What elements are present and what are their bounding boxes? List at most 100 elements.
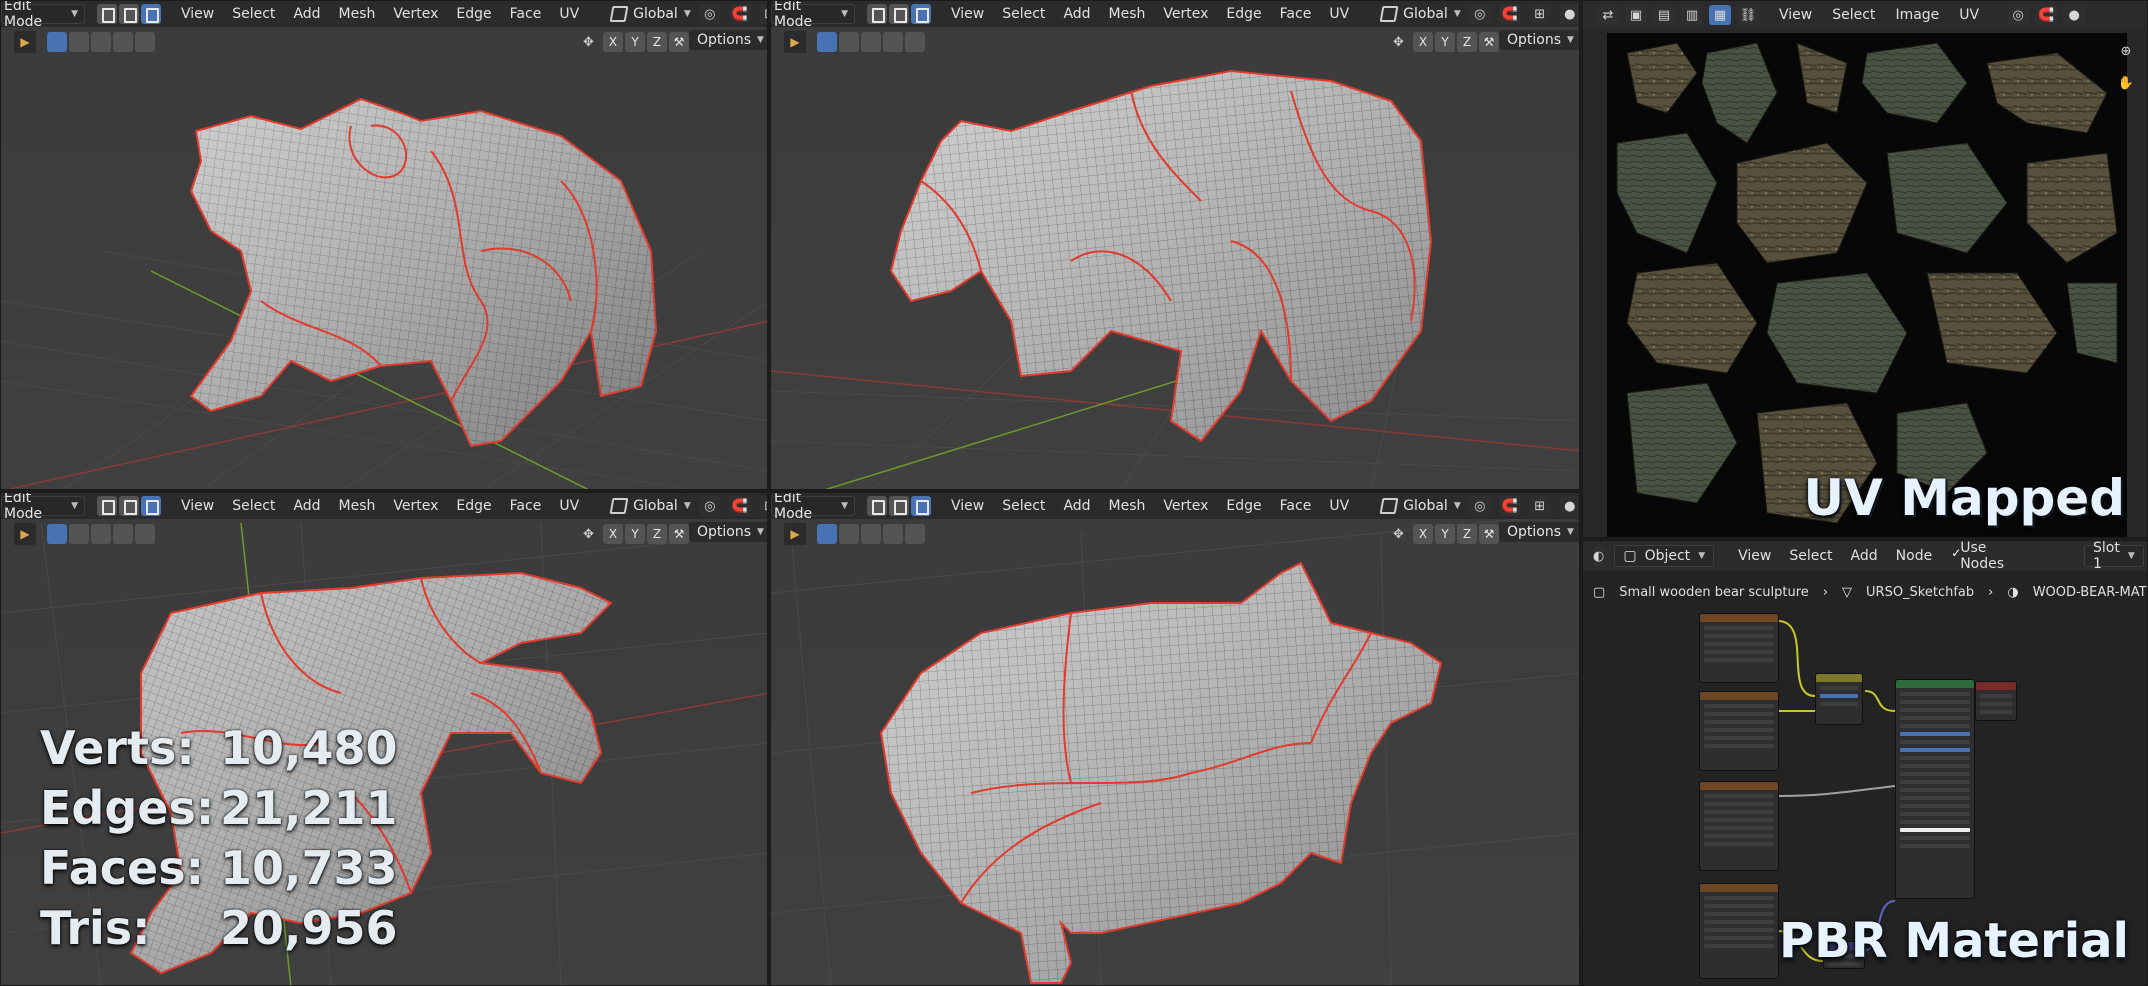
snap-icon[interactable]: 🧲 [728, 496, 751, 516]
edge-select-button[interactable] [889, 4, 909, 24]
menu-vertex[interactable]: Vertex [1163, 6, 1208, 22]
select-new-button[interactable] [817, 524, 837, 544]
image-texture-node[interactable] [1699, 883, 1779, 979]
menu-view[interactable]: View [1779, 7, 1812, 23]
viewport-top-right[interactable]: Edit Mode ▼ View Select Add Mesh Vertex E… [770, 0, 1580, 490]
breadcrumb-material[interactable]: WOOD-BEAR-MAT [2033, 585, 2147, 600]
mode-dropdown[interactable]: Edit Mode ▼ [771, 493, 855, 522]
select-extend-button[interactable] [69, 32, 89, 52]
proportional-edit-icon[interactable]: ● [2063, 5, 2086, 25]
select-invert-button[interactable] [883, 32, 903, 52]
select-subtract-button[interactable] [861, 524, 881, 544]
menu-select[interactable]: Select [1789, 548, 1832, 564]
menu-view[interactable]: View [951, 6, 984, 22]
snap-icon[interactable]: 🧲 [1498, 496, 1521, 516]
object-type-dropdown[interactable]: ▢ Object ▼ [1614, 545, 1715, 567]
menu-select[interactable]: Select [1002, 6, 1045, 22]
menu-edge[interactable]: Edge [1226, 498, 1261, 514]
menu-uv[interactable]: UV [559, 498, 579, 514]
principled-bsdf-node[interactable] [1895, 679, 1975, 899]
pivot-icon[interactable]: ◎ [2007, 5, 2030, 25]
menu-edge[interactable]: Edge [456, 6, 491, 22]
menu-mesh[interactable]: Mesh [1109, 498, 1146, 514]
select-extend-button[interactable] [839, 32, 859, 52]
viewport-top-left[interactable]: Edit Mode ▼ View Select Add Mesh Vertex E… [0, 0, 768, 490]
mode-dropdown[interactable]: Edit Mode ▼ [1, 493, 85, 522]
viewport-bottom-right[interactable]: Edit Mode ▼ View Select Add Mesh Vertex E… [770, 492, 1580, 986]
image-texture-node[interactable] [1699, 613, 1779, 683]
uv-texture-image[interactable] [1607, 33, 2127, 537]
proportional-edit-icon[interactable]: ● [1558, 496, 1579, 516]
face-select-button[interactable] [911, 496, 931, 516]
menu-add[interactable]: Add [1063, 6, 1090, 22]
face-select-icon[interactable]: ▥ [1681, 5, 1703, 25]
menu-select[interactable]: Select [232, 498, 275, 514]
select-intersect-button[interactable] [135, 524, 155, 544]
menu-face[interactable]: Face [1280, 498, 1312, 514]
bear-mesh-view-4[interactable] [771, 493, 1580, 986]
axis-x-toggle[interactable]: X [603, 524, 623, 544]
axis-z-toggle[interactable]: Z [647, 524, 667, 544]
select-new-button[interactable] [817, 32, 837, 52]
options-dropdown[interactable]: Options ▼ [1499, 522, 1579, 542]
options-dropdown[interactable]: Options ▼ [689, 522, 767, 542]
vertex-select-icon[interactable]: ▣ [1625, 5, 1647, 25]
edge-select-icon[interactable]: ▤ [1653, 5, 1675, 25]
select-intersect-button[interactable] [135, 32, 155, 52]
orientation-dropdown[interactable]: Global ▼ [609, 498, 691, 514]
menu-edge[interactable]: Edge [456, 498, 491, 514]
select-new-button[interactable] [47, 524, 67, 544]
select-intersect-button[interactable] [905, 32, 925, 52]
proportional-edit-icon[interactable]: ● [1558, 4, 1579, 24]
axis-z-toggle[interactable]: Z [1457, 32, 1477, 52]
options-dropdown[interactable]: Options ▼ [689, 30, 767, 50]
menu-add[interactable]: Add [1063, 498, 1090, 514]
menu-edge[interactable]: Edge [1226, 6, 1261, 22]
select-invert-button[interactable] [113, 524, 133, 544]
mode-dropdown[interactable]: Edit Mode ▼ [1, 1, 85, 30]
edge-select-button[interactable] [889, 496, 909, 516]
editor-type-icon[interactable]: ◐ [1593, 546, 1605, 566]
orientation-dropdown[interactable]: Global ▼ [1379, 498, 1461, 514]
axis-x-toggle[interactable]: X [603, 32, 623, 52]
vertex-select-button[interactable] [97, 4, 117, 24]
menu-view[interactable]: View [181, 498, 214, 514]
edge-select-button[interactable] [119, 4, 139, 24]
wrench-icon[interactable]: ⚒ [669, 524, 689, 544]
menu-mesh[interactable]: Mesh [1109, 6, 1146, 22]
snap-target-icon[interactable]: ⊞ [1528, 4, 1551, 24]
select-invert-button[interactable] [113, 32, 133, 52]
menu-vertex[interactable]: Vertex [1163, 498, 1208, 514]
wrench-icon[interactable]: ⚒ [1479, 524, 1499, 544]
tool-settings-button[interactable]: ▶ [13, 30, 37, 54]
menu-uv[interactable]: UV [1329, 6, 1349, 22]
menu-uv[interactable]: UV [1329, 498, 1349, 514]
wrench-icon[interactable]: ⚒ [1479, 32, 1499, 52]
face-select-button[interactable] [911, 4, 931, 24]
breadcrumb-object[interactable]: Small wooden bear sculpture [1619, 585, 1809, 600]
face-select-button[interactable] [141, 496, 161, 516]
menu-face[interactable]: Face [510, 498, 542, 514]
axis-y-toggle[interactable]: Y [625, 524, 645, 544]
menu-view[interactable]: View [181, 6, 214, 22]
axis-z-toggle[interactable]: Z [647, 32, 667, 52]
material-output-node[interactable] [1975, 681, 2017, 721]
snap-icon[interactable]: 🧲 [728, 4, 751, 24]
bear-mesh-view-1[interactable] [1, 1, 768, 490]
select-new-button[interactable] [47, 32, 67, 52]
uv-sync-icon[interactable]: ⇄ [1597, 5, 1619, 25]
menu-image[interactable]: Image [1895, 7, 1939, 23]
zoom-icon[interactable]: ⊕ [2115, 41, 2137, 61]
pivot-icon[interactable]: ◎ [698, 4, 721, 24]
menu-uv[interactable]: UV [1959, 7, 1979, 23]
menu-select[interactable]: Select [1002, 498, 1045, 514]
snap-target-icon[interactable]: ⊞ [758, 496, 767, 516]
shader-node-editor[interactable]: ◐ ▢ Object ▼ View Select Add Node Use Node… [1582, 540, 2148, 986]
uv-image-editor[interactable]: ⇄ ▣ ▤ ▥ ▦ ⛓ View Select Image UV ◎ 🧲 ● ⊕… [1582, 0, 2148, 538]
menu-select[interactable]: Select [1832, 7, 1875, 23]
tool-settings-button[interactable]: ▶ [783, 522, 807, 546]
vertex-select-button[interactable] [867, 4, 887, 24]
tool-settings-button[interactable]: ▶ [13, 522, 37, 546]
pivot-icon[interactable]: ◎ [1468, 4, 1491, 24]
slot-dropdown[interactable]: Slot 1 ▼ [2084, 541, 2144, 572]
